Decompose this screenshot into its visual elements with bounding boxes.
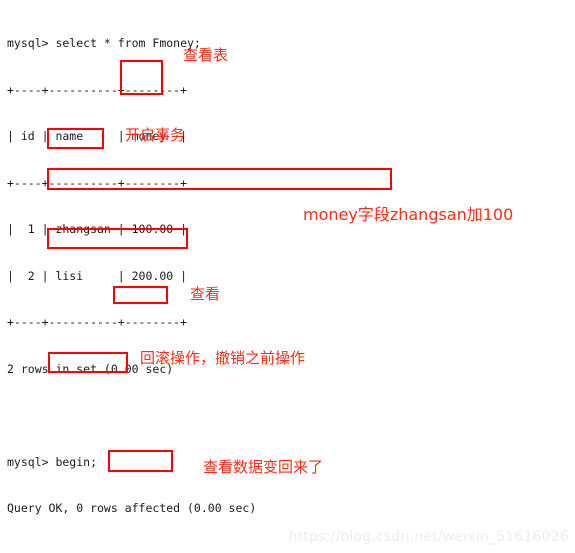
terminal-line: Query OK, 0 rows affected (0.00 sec) xyxy=(7,501,257,515)
terminal-line: mysql> select * from Fmoney; xyxy=(7,36,201,50)
annotation-view: 查看 xyxy=(190,285,221,303)
terminal-line: +----+----------+--------+ xyxy=(7,175,188,190)
annotation-data-reverted: 查看数据变回来了 xyxy=(203,458,324,476)
annotation-begin-transaction: 开启事务 xyxy=(125,126,186,144)
terminal-line: | id | name | money | xyxy=(7,129,188,143)
terminal-line: +----+----------+--------+ xyxy=(7,315,188,329)
annotation-rollback-undo: 回滚操作，撤销之前操作 xyxy=(140,349,306,367)
annotation-view-table: 查看表 xyxy=(183,46,229,64)
terminal-line: | 2 | lisi | 200.00 | xyxy=(7,268,188,283)
mysql-terminal-screenshot: mysql> select * from Fmoney; +----+-----… xyxy=(0,0,575,553)
terminal-line: +----+----------+--------+ xyxy=(7,82,188,97)
watermark: https://blog.csdn.net/weixin_51616026 xyxy=(288,529,569,545)
annotation-money-add-100: money字段zhangsan加100 xyxy=(303,205,514,224)
terminal-line: | 1 | zhangsan | 100.00 | xyxy=(7,222,188,236)
